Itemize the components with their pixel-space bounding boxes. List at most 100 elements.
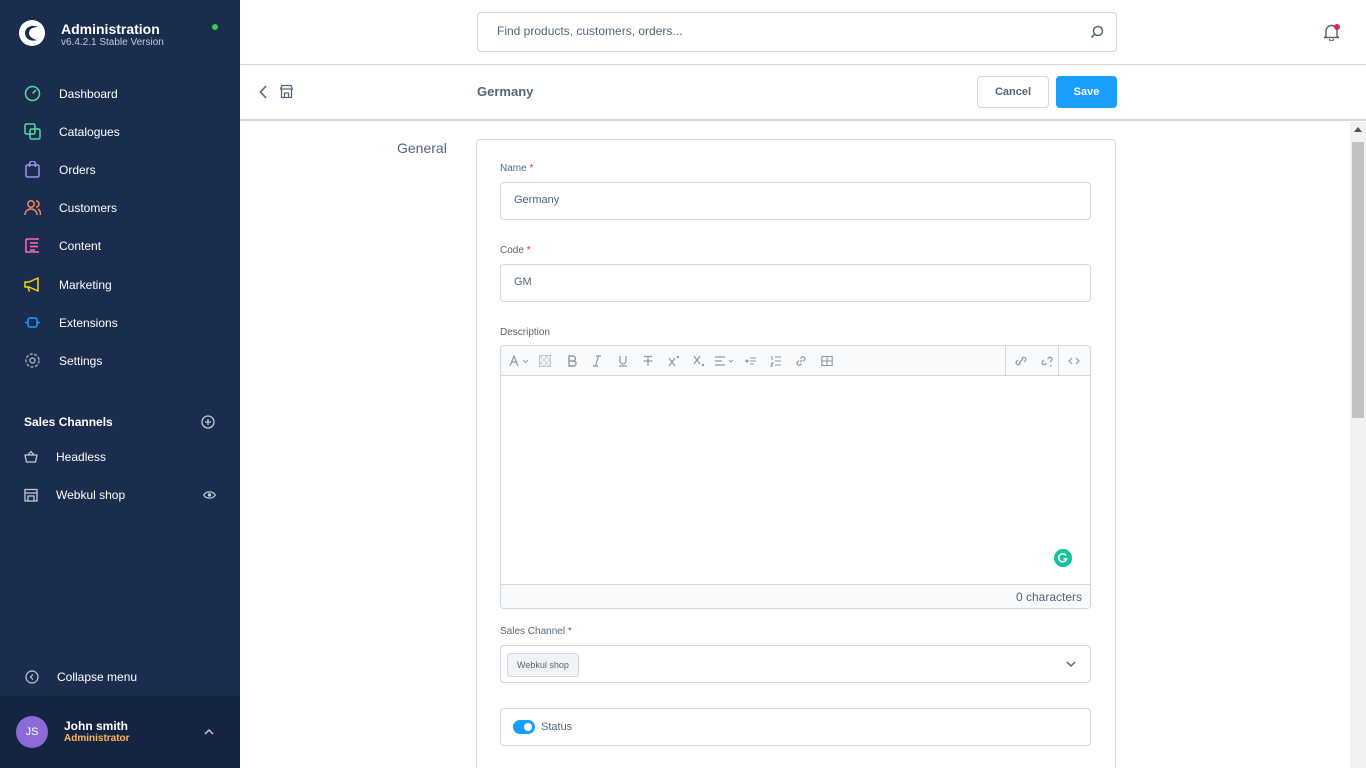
smart-bar: Germany Cancel Save bbox=[240, 65, 1366, 121]
name-field-wrapper[interactable] bbox=[500, 182, 1091, 220]
sidebar-item-content[interactable]: Content bbox=[0, 228, 240, 264]
required-marker: * bbox=[526, 245, 531, 256]
description-editor: 0 characters bbox=[500, 345, 1091, 609]
sales-channel-select[interactable]: Webkul shop bbox=[500, 645, 1091, 683]
background-color-icon[interactable] bbox=[537, 353, 553, 369]
sales-channel-label: Headless bbox=[56, 450, 107, 464]
storefront-module-icon bbox=[279, 84, 294, 99]
selected-sales-channel-chip[interactable]: Webkul shop bbox=[507, 653, 579, 677]
character-count: 0 characters bbox=[1015, 590, 1082, 604]
app-version: v6.4.2.1 Stable Version bbox=[61, 37, 164, 48]
customers-icon bbox=[24, 200, 41, 216]
sales-channel-label: Sales Channel * bbox=[500, 626, 572, 637]
unlink-icon[interactable] bbox=[1039, 353, 1055, 369]
toolbar-separator bbox=[1005, 346, 1006, 376]
sidebar-item-label: Settings bbox=[59, 354, 103, 368]
underline-icon[interactable] bbox=[615, 353, 631, 369]
link-icon[interactable] bbox=[793, 353, 809, 369]
toggle-knob bbox=[524, 723, 532, 731]
bold-icon[interactable] bbox=[564, 353, 580, 369]
sidebar-item-orders[interactable]: Orders bbox=[0, 152, 240, 188]
shopware-logo-icon[interactable] bbox=[18, 19, 46, 47]
status-toggle[interactable] bbox=[513, 720, 535, 734]
sidebar-item-label: Orders bbox=[59, 163, 96, 177]
collapse-menu-label: Collapse menu bbox=[57, 670, 138, 684]
cancel-button[interactable]: Cancel bbox=[977, 76, 1049, 108]
sales-channel-label-text: Sales Channel bbox=[500, 626, 566, 637]
chevron-up-icon[interactable] bbox=[204, 728, 214, 736]
italic-icon[interactable] bbox=[589, 353, 605, 369]
sidebar-item-catalogues[interactable]: Catalogues bbox=[0, 114, 240, 150]
top-bar bbox=[240, 0, 1366, 65]
notification-badge bbox=[1334, 24, 1340, 30]
basket-icon bbox=[24, 450, 38, 463]
chevron-down-icon[interactable] bbox=[1066, 661, 1076, 668]
scroll-up-arrow-icon[interactable] bbox=[1354, 127, 1362, 132]
sales-channel-item-webkul-shop[interactable]: Webkul shop bbox=[0, 478, 240, 512]
sales-channels-heading: Sales Channels bbox=[24, 415, 113, 429]
vertical-scrollbar[interactable] bbox=[1350, 122, 1366, 768]
editor-content-area[interactable] bbox=[501, 376, 1090, 584]
grammarly-icon[interactable] bbox=[1054, 549, 1072, 567]
code-label: Code * bbox=[500, 245, 531, 256]
sidebar-item-label: Extensions bbox=[59, 316, 118, 330]
name-field[interactable] bbox=[514, 194, 1074, 206]
scrollbar-thumb[interactable] bbox=[1352, 142, 1364, 418]
code-field-wrapper[interactable] bbox=[500, 264, 1091, 302]
editor-footer: 0 characters bbox=[501, 584, 1090, 608]
sidebar-item-settings[interactable]: Settings bbox=[0, 343, 240, 379]
save-button[interactable]: Save bbox=[1056, 76, 1117, 108]
status-field: Status bbox=[500, 708, 1091, 746]
sidebar-item-label: Content bbox=[59, 239, 102, 253]
text-style-icon[interactable] bbox=[509, 353, 531, 369]
sidebar-item-extensions[interactable]: Extensions bbox=[0, 305, 240, 341]
content-icon bbox=[25, 238, 39, 253]
back-arrow-icon[interactable] bbox=[258, 84, 268, 100]
collapse-menu-button[interactable]: Collapse menu bbox=[0, 664, 240, 690]
search-input[interactable] bbox=[497, 24, 1077, 38]
dashboard-icon bbox=[24, 85, 41, 102]
app-title: Administration bbox=[61, 21, 160, 37]
required-marker: * bbox=[529, 163, 534, 174]
add-sales-channel-icon[interactable] bbox=[201, 415, 215, 429]
sidebar-item-customers[interactable]: Customers bbox=[0, 190, 240, 226]
storefront-icon bbox=[24, 488, 38, 502]
extensions-icon bbox=[25, 317, 40, 328]
description-label: Description bbox=[500, 327, 551, 338]
required-marker: * bbox=[567, 626, 572, 637]
sidebar: Administration v6.4.2.1 Stable Version D… bbox=[0, 0, 240, 768]
brand-header: Administration v6.4.2.1 Stable Version bbox=[0, 0, 240, 66]
search-icon[interactable] bbox=[1090, 25, 1104, 39]
ordered-list-icon[interactable] bbox=[768, 353, 784, 369]
user-name: John smith bbox=[64, 719, 129, 733]
table-icon[interactable] bbox=[819, 353, 835, 369]
marketing-icon bbox=[24, 277, 39, 292]
code-label-text: Code bbox=[500, 245, 524, 256]
online-status-dot bbox=[212, 24, 218, 30]
sidebar-item-dashboard[interactable]: Dashboard bbox=[0, 76, 240, 112]
collapse-icon bbox=[25, 670, 39, 684]
unordered-list-icon[interactable] bbox=[743, 353, 759, 369]
user-role: Administrator bbox=[64, 733, 130, 744]
sidebar-item-label: Dashboard bbox=[59, 87, 118, 101]
user-menu[interactable]: JS John smith Administrator bbox=[0, 696, 240, 768]
search-box[interactable] bbox=[477, 12, 1117, 52]
page-title: Germany bbox=[477, 84, 534, 99]
undo-icon[interactable] bbox=[1013, 353, 1029, 369]
status-label: Status bbox=[541, 721, 573, 733]
sales-channel-item-headless[interactable]: Headless bbox=[0, 440, 240, 474]
name-label: Name * bbox=[500, 163, 533, 174]
sidebar-item-label: Marketing bbox=[59, 278, 112, 292]
strikethrough-icon[interactable] bbox=[640, 353, 656, 369]
name-label-text: Name bbox=[500, 163, 527, 174]
sidebar-item-marketing[interactable]: Marketing bbox=[0, 267, 240, 303]
superscript-icon[interactable] bbox=[666, 353, 682, 369]
code-field[interactable] bbox=[514, 276, 1074, 288]
eye-icon[interactable] bbox=[203, 490, 216, 500]
catalogues-icon bbox=[24, 123, 41, 140]
align-icon[interactable] bbox=[714, 353, 736, 369]
general-card: Name * Code * Description bbox=[476, 139, 1116, 768]
settings-icon bbox=[25, 353, 40, 368]
code-view-icon[interactable] bbox=[1066, 353, 1082, 369]
subscript-icon[interactable] bbox=[691, 353, 707, 369]
